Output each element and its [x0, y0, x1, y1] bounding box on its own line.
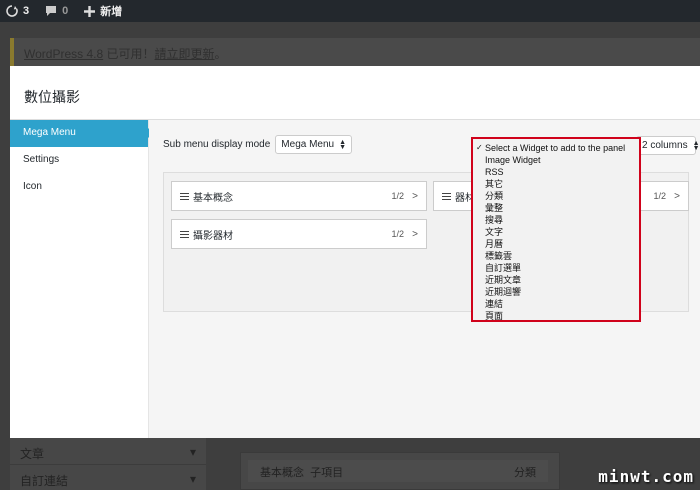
new-content-menu[interactable]: 新增: [84, 3, 122, 19]
sidebar-item-label: 文章: [20, 447, 45, 461]
modal-tabs: Mega Menu Settings Icon: [10, 120, 153, 438]
panel-item-ratio: 1/2: [391, 229, 404, 239]
dropdown-option[interactable]: 搜尋: [473, 214, 639, 226]
dropdown-option[interactable]: 連結: [473, 298, 639, 310]
dropdown-option[interactable]: 彙整: [473, 202, 639, 214]
comments-menu[interactable]: 0: [45, 5, 68, 17]
dropdown-option[interactable]: Select a Widget to add to the panel: [473, 142, 639, 154]
columns-value: 2 columns: [642, 140, 688, 151]
chevron-right-icon[interactable]: >: [412, 229, 418, 240]
drag-handle-icon[interactable]: [442, 192, 451, 200]
panel-item-label: 基本概念: [193, 192, 233, 204]
chevron-down-icon: ▾: [189, 472, 196, 486]
update-notice-action-link[interactable]: 請立即更新: [155, 47, 215, 61]
dropdown-option[interactable]: 近期文章: [473, 274, 639, 286]
updates-icon: [6, 5, 18, 17]
new-content-label: 新增: [100, 6, 123, 18]
dropdown-option[interactable]: Image Widget: [473, 154, 639, 166]
background-sidebar: 文章 ▾ 自訂連結 ▾: [10, 438, 206, 490]
chevron-down-icon: ▾: [189, 445, 196, 459]
tab-label: Icon: [23, 181, 42, 192]
columns-select[interactable]: 2 columns ▲ ▼: [636, 136, 700, 155]
panel-item-label: 攝影器材: [193, 230, 233, 242]
update-notice: WordPress 4.8 已可用！請立即更新。: [10, 38, 700, 66]
dropdown-option[interactable]: 其它: [473, 178, 639, 190]
dropdown-option[interactable]: 頁面: [473, 310, 639, 322]
plus-icon: [84, 5, 96, 17]
sidebar-item-label: 自訂連結: [20, 474, 69, 488]
submenu-mode-value: Mega Menu: [281, 139, 335, 150]
menu-item-title: 基本概念: [260, 467, 304, 479]
dropdown-option[interactable]: 分類: [473, 190, 639, 202]
submenu-mode-select[interactable]: Mega Menu ▲ ▼: [275, 135, 353, 154]
drag-handle-icon[interactable]: [180, 192, 189, 200]
dropdown-option[interactable]: 文字: [473, 226, 639, 238]
comments-count: 0: [62, 5, 69, 17]
background-menu-item[interactable]: 基本概念 子項目 分類: [248, 460, 548, 482]
sidebar-item-custom-links[interactable]: 自訂連結 ▾: [10, 464, 206, 490]
watermark: minwt.com: [598, 467, 694, 486]
modal-header: 數位攝影: [10, 66, 700, 120]
menu-item-sub-label: 子項目: [310, 467, 344, 479]
widget-select-dropdown[interactable]: Select a Widget to add to the panel Imag…: [471, 137, 641, 322]
submenu-mode-row: Sub menu display mode Mega Menu ▲ ▼: [163, 135, 353, 154]
select-arrows-icon: ▲ ▼: [692, 139, 700, 152]
tab-icon[interactable]: Icon: [10, 174, 148, 201]
panel-item[interactable]: 攝影器材 1/2 >: [171, 219, 427, 249]
dropdown-option[interactable]: 自訂選單: [473, 262, 639, 274]
chevron-right-icon[interactable]: >: [412, 191, 418, 202]
tab-label: Settings: [23, 154, 60, 165]
updates-count: 3: [23, 5, 30, 17]
sidebar-item-posts[interactable]: 文章 ▾: [10, 438, 206, 464]
panel-item-ratio: 1/2: [653, 191, 666, 201]
admin-bar: 3 0 新增: [0, 0, 700, 22]
menu-item-type: 分類: [514, 467, 536, 479]
panel-item[interactable]: 基本概念 1/2 >: [171, 181, 427, 211]
update-notice-text: 已可用！: [103, 47, 155, 61]
dropdown-option[interactable]: RSS: [473, 166, 639, 178]
chevron-right-icon[interactable]: >: [674, 191, 680, 202]
comment-icon: [46, 6, 57, 16]
tab-settings[interactable]: Settings: [10, 147, 148, 174]
dropdown-option[interactable]: 近期迴響: [473, 286, 639, 298]
select-arrows-icon: ▲ ▼: [339, 138, 347, 151]
drag-handle-icon[interactable]: [180, 230, 189, 238]
update-notice-tail: 。: [214, 47, 227, 61]
dropdown-option[interactable]: 標籤雲: [473, 250, 639, 262]
panel-item-ratio: 1/2: [391, 191, 404, 201]
dropdown-option[interactable]: 月曆: [473, 238, 639, 250]
update-notice-version-link[interactable]: WordPress 4.8: [24, 47, 103, 61]
tab-mega-menu[interactable]: Mega Menu: [10, 120, 153, 147]
tab-label: Mega Menu: [23, 127, 76, 138]
submenu-mode-label: Sub menu display mode: [163, 139, 271, 150]
modal-title: 數位攝影: [24, 89, 80, 105]
updates-menu[interactable]: 3: [6, 5, 29, 17]
